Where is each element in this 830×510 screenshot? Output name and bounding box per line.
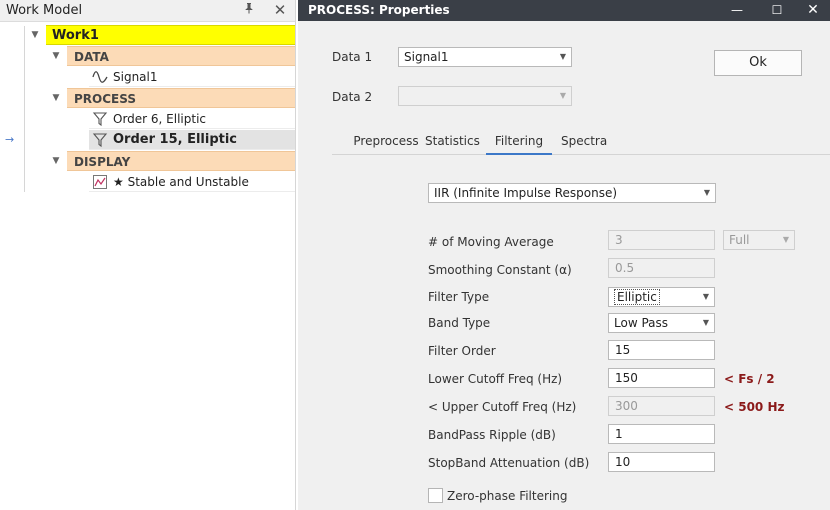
chevron-down-icon: ▼	[782, 235, 789, 244]
band-type-label: Band Type	[428, 316, 491, 330]
filter-mode-value: IIR (Infinite Impulse Response)	[434, 186, 618, 200]
chevron-down-icon: ▼	[559, 52, 566, 61]
moving-average-mode-select[interactable]: Full ▼	[723, 230, 795, 250]
tree-root-work1[interactable]: Work1	[46, 25, 295, 45]
filter-funnel-icon	[92, 111, 108, 127]
bandpass-ripple-field[interactable]: 1	[608, 424, 715, 444]
chevron-down-icon: ▼	[702, 292, 709, 301]
chevron-down-icon[interactable]: ▼	[50, 155, 62, 167]
chevron-down-icon: ▼	[703, 188, 710, 197]
chevron-down-icon[interactable]: ▼	[29, 29, 41, 41]
tab-statistics[interactable]: Statistics	[425, 134, 480, 155]
tab-filtering[interactable]: Filtering	[486, 134, 552, 155]
data2-label: Data 2	[332, 90, 373, 104]
chevron-down-icon: ▼	[702, 318, 709, 327]
moving-average-label: # of Moving Average	[428, 235, 554, 249]
tree-guide-line	[24, 26, 25, 192]
data1-value: Signal1	[404, 50, 449, 64]
tab-spectra[interactable]: Spectra	[561, 134, 607, 155]
tree-item-stable-unstable[interactable]: ★ Stable and Unstable	[89, 172, 295, 192]
tab-preprocess[interactable]: Preprocess	[342, 134, 430, 155]
work-model-panel: Work Model ✕ ▼ Work1 ▼ DATA Signal1 ▼ PR…	[0, 0, 296, 510]
upper-cutoff-note: < 500 Hz	[724, 400, 785, 414]
filter-mode-select[interactable]: IIR (Infinite Impulse Response) ▼	[428, 183, 716, 203]
band-type-select[interactable]: Low Pass ▼	[608, 313, 715, 333]
smoothing-field[interactable]: 0.5	[608, 258, 715, 278]
tree-item-label: Signal1	[113, 70, 158, 84]
minimize-icon[interactable]: —	[722, 0, 752, 21]
tree-group-process[interactable]: PROCESS	[67, 88, 295, 108]
ok-button[interactable]: Ok	[714, 50, 802, 76]
moving-average-mode-value: Full	[729, 233, 750, 247]
data1-select[interactable]: Signal1 ▼	[398, 47, 572, 67]
zero-phase-checkbox[interactable]	[428, 488, 443, 503]
panel-title: Work Model	[6, 3, 83, 18]
tree-group-data[interactable]: DATA	[67, 46, 295, 66]
tree-item-signal1[interactable]: Signal1	[89, 67, 295, 87]
upper-cutoff-field[interactable]: 300	[608, 396, 715, 416]
lower-cutoff-note: < Fs / 2	[724, 372, 775, 386]
tree-item-label: ★ Stable and Unstable	[113, 175, 249, 189]
tree-item-label: Order 6, Elliptic	[113, 112, 207, 126]
moving-average-field[interactable]: 3	[608, 230, 715, 250]
data1-label: Data 1	[332, 50, 373, 64]
stopband-label: StopBand Attenuation (dB)	[428, 456, 590, 470]
stopband-field[interactable]: 10	[608, 452, 715, 472]
upper-cutoff-label: < Upper Cutoff Freq (Hz)	[428, 400, 577, 414]
band-type-value: Low Pass	[614, 316, 668, 330]
bandpass-ripple-label: BandPass Ripple (dB)	[428, 428, 556, 442]
window-titlebar[interactable]: PROCESS: Properties — ☐ ✕	[298, 0, 830, 21]
tab-strip: Preprocess Statistics Filtering Spectra	[332, 130, 830, 155]
tree-group-display[interactable]: DISPLAY	[67, 151, 295, 171]
filter-funnel-icon	[92, 132, 108, 148]
lower-cutoff-field[interactable]: 150	[608, 368, 715, 388]
data2-select[interactable]: ▼	[398, 86, 572, 106]
signal-wave-icon	[92, 69, 108, 85]
maximize-icon[interactable]: ☐	[762, 0, 792, 21]
filter-order-field[interactable]: 15	[608, 340, 715, 360]
tree-item-label: Order 15, Elliptic	[113, 132, 238, 147]
smoothing-label: Smoothing Constant (α)	[428, 263, 572, 277]
window-title: PROCESS: Properties	[308, 3, 450, 17]
lower-cutoff-label: Lower Cutoff Freq (Hz)	[428, 372, 563, 386]
tree-item-order6[interactable]: Order 6, Elliptic	[89, 109, 295, 129]
tree-item-order15[interactable]: Order 15, Elliptic	[89, 130, 295, 150]
filter-type-label: Filter Type	[428, 290, 490, 304]
chevron-down-icon: ▼	[559, 91, 566, 100]
close-icon[interactable]: ✕	[272, 1, 288, 19]
filter-type-value: Elliptic	[614, 289, 660, 305]
selection-arrow-icon: →	[5, 133, 15, 146]
work-model-header: Work Model ✕	[0, 0, 295, 22]
pin-icon[interactable]	[241, 2, 257, 18]
filter-order-label: Filter Order	[428, 344, 496, 358]
close-icon[interactable]: ✕	[798, 0, 828, 21]
properties-window: PROCESS: Properties — ☐ ✕ Data 1 Signal1…	[298, 0, 830, 510]
chevron-down-icon[interactable]: ▼	[50, 92, 62, 104]
filter-type-select[interactable]: Elliptic ▼	[608, 287, 715, 307]
chevron-down-icon[interactable]: ▼	[50, 50, 62, 62]
zero-phase-label: Zero-phase Filtering	[447, 489, 568, 503]
chart-icon	[92, 174, 108, 190]
